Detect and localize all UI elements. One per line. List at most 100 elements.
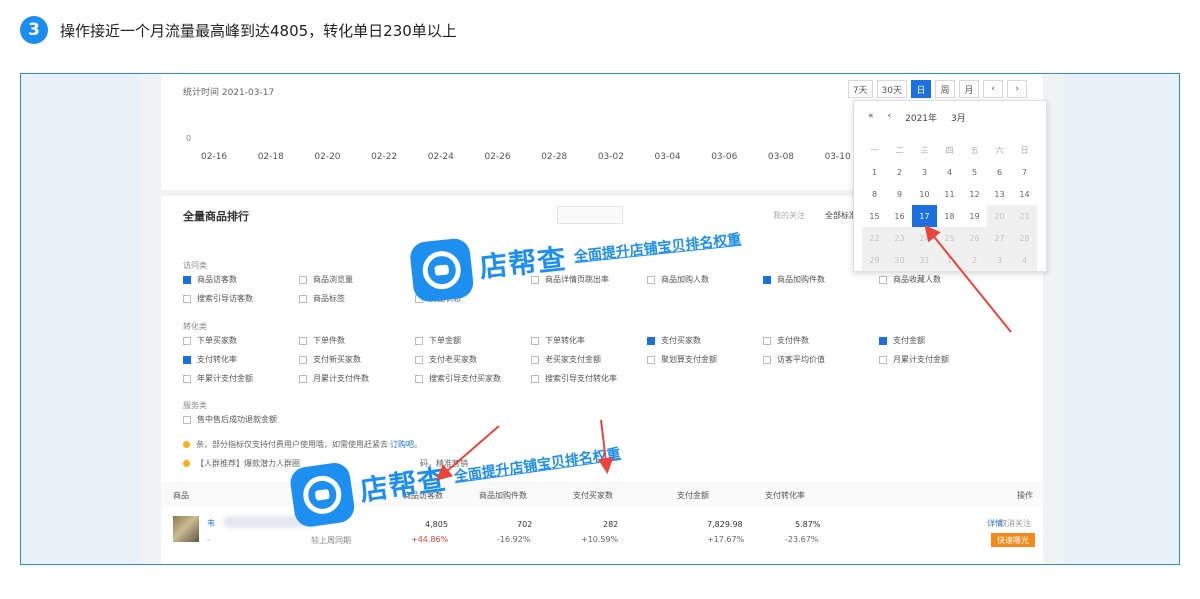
metric-option[interactable]: 商品收藏人数 [879, 270, 995, 289]
metric-option[interactable]: 支付金额 [879, 331, 995, 350]
metric-option[interactable]: 下单转化率 [531, 331, 647, 350]
checkbox-icon[interactable] [531, 336, 539, 345]
prev-period-icon[interactable]: ‹ [983, 80, 1003, 98]
metric-option[interactable]: 聚划算支付金额 [647, 350, 763, 369]
calendar-day[interactable]: 8 [862, 183, 887, 205]
checkbox-icon[interactable] [415, 374, 423, 383]
calendar-day[interactable]: 3 [912, 161, 937, 183]
checkbox-checked-icon[interactable] [647, 336, 655, 345]
unfollow-link[interactable]: 取消关注 [999, 518, 1031, 529]
metric-option[interactable]: 支付新买家数 [299, 350, 415, 369]
checkbox-icon[interactable] [183, 294, 191, 303]
checkbox-icon[interactable] [299, 294, 307, 303]
checkbox-icon[interactable] [183, 336, 191, 345]
metric-option[interactable]: 访客平均价值 [763, 350, 879, 369]
calendar-day[interactable]: 6 [987, 161, 1012, 183]
metric-option[interactable]: 年累计支付金额 [183, 369, 299, 388]
quick-exposure-button[interactable]: 快速曝光 [991, 533, 1035, 547]
calendar-day[interactable]: 4 [937, 161, 962, 183]
checkbox-icon[interactable] [763, 355, 771, 364]
checkbox-checked-icon[interactable] [183, 275, 191, 284]
checkbox-icon[interactable] [183, 374, 191, 383]
calendar-day: 30 [887, 249, 912, 271]
calendar-year[interactable]: 2021年 [905, 111, 937, 124]
x-tick: 02-26 [484, 152, 511, 162]
weekday-label: 四 [945, 145, 954, 155]
metric-option[interactable]: 搜索引导支付买家数 [415, 369, 531, 388]
metric-option-label: 商品标签 [313, 294, 345, 303]
range-7d-button[interactable]: 7天 [847, 80, 873, 98]
range-day-button[interactable]: 日 [911, 80, 931, 98]
metric-option[interactable]: 搜索引导访客数 [183, 289, 299, 308]
prev-year-icon[interactable]: « [868, 111, 874, 124]
checkbox-checked-icon[interactable] [763, 275, 771, 284]
checkbox-icon[interactable] [299, 355, 307, 364]
calendar-day[interactable]: 15 [862, 205, 887, 227]
calendar-month[interactable]: 3月 [951, 111, 966, 124]
checkbox-icon[interactable] [531, 355, 539, 364]
calendar-day[interactable]: 10 [912, 183, 937, 205]
range-month-button[interactable]: 月 [959, 80, 979, 98]
metric-option[interactable]: 下单买家数 [183, 331, 299, 350]
checkbox-icon[interactable] [879, 355, 887, 364]
metric-option[interactable]: 售中售后成功退款金额 [183, 410, 299, 429]
checkbox-icon[interactable] [299, 336, 307, 345]
product-name[interactable]: 韦 [207, 518, 215, 529]
calendar-day[interactable]: 16 [887, 205, 912, 227]
metric-option[interactable]: 月累计支付件数 [299, 369, 415, 388]
calendar-day[interactable]: 7 [1012, 161, 1037, 183]
calendar-day[interactable]: 2 [887, 161, 912, 183]
metric-option[interactable]: 下单件数 [299, 331, 415, 350]
calendar-day[interactable]: 12 [962, 183, 987, 205]
metric-option[interactable]: 商品浏览量 [299, 270, 415, 289]
prev-month-icon[interactable]: ‹ [888, 111, 892, 124]
checkbox-checked-icon[interactable] [879, 336, 887, 345]
checkbox-icon[interactable] [531, 374, 539, 383]
calendar-day[interactable]: 5 [962, 161, 987, 183]
calendar-day[interactable]: 9 [887, 183, 912, 205]
checkbox-icon[interactable] [299, 374, 307, 383]
range-week-button[interactable]: 周 [935, 80, 955, 98]
metric-option[interactable]: 下单金额 [415, 331, 531, 350]
calendar-day[interactable]: 13 [987, 183, 1012, 205]
metric-option[interactable]: 支付转化率 [183, 350, 299, 369]
col-rate[interactable]: 支付转化率 [765, 490, 805, 501]
metric-option[interactable]: 商品标签 [299, 289, 415, 308]
metric-option[interactable]: 月累计支付金额 [879, 350, 995, 369]
calendar-day[interactable]: 18 [937, 205, 962, 227]
next-period-icon[interactable]: › [1007, 80, 1027, 98]
weekday-label: 一 [870, 145, 879, 155]
my-follow-toggle[interactable]: 我的关注 [773, 210, 805, 221]
calendar-day-selected[interactable]: 17 [912, 205, 937, 227]
x-tick: 03-02 [597, 152, 624, 162]
calendar-day[interactable]: 1 [862, 161, 887, 183]
amount-value: 7,829.98 [707, 520, 743, 529]
col-amount[interactable]: 支付金额 [677, 490, 709, 501]
metric-option[interactable]: 老买家支付金额 [531, 350, 647, 369]
checkbox-icon[interactable] [299, 275, 307, 284]
weekday-label: 日 [1020, 145, 1029, 155]
product-thumbnail[interactable] [173, 516, 199, 542]
calendar-day[interactable]: 11 [937, 183, 962, 205]
metric-option-label: 商品浏览量 [313, 275, 353, 284]
metric-option[interactable]: 搜索引导支付转化率 [531, 369, 647, 388]
checkbox-checked-icon[interactable] [183, 355, 191, 364]
metric-option[interactable]: 支付买家数 [647, 331, 763, 350]
metric-option[interactable]: 商品加购件数 [763, 270, 879, 289]
checkbox-icon[interactable] [647, 355, 655, 364]
checkbox-icon[interactable] [763, 336, 771, 345]
metric-option[interactable]: 支付件数 [763, 331, 879, 350]
metric-option[interactable]: 商品访客数 [183, 270, 299, 289]
metric-option[interactable]: 支付老买家数 [415, 350, 531, 369]
checkbox-icon[interactable] [879, 275, 887, 284]
subscribe-link[interactable]: 订购吧。 [390, 439, 422, 450]
checkbox-icon[interactable] [415, 336, 423, 345]
checkbox-icon[interactable] [183, 415, 191, 424]
calendar-day: 31 [912, 249, 937, 271]
calendar-day[interactable]: 14 [1012, 183, 1037, 205]
checkbox-icon[interactable] [415, 355, 423, 364]
range-30d-button[interactable]: 30天 [876, 80, 907, 98]
screenshot-frame: 统计时间 2021-03-17 7天 30天 日 周 月 ‹ › 0 02-16… [20, 73, 1180, 565]
col-buyers[interactable]: 支付买家数 [573, 490, 613, 501]
calendar-day[interactable]: 19 [962, 205, 987, 227]
